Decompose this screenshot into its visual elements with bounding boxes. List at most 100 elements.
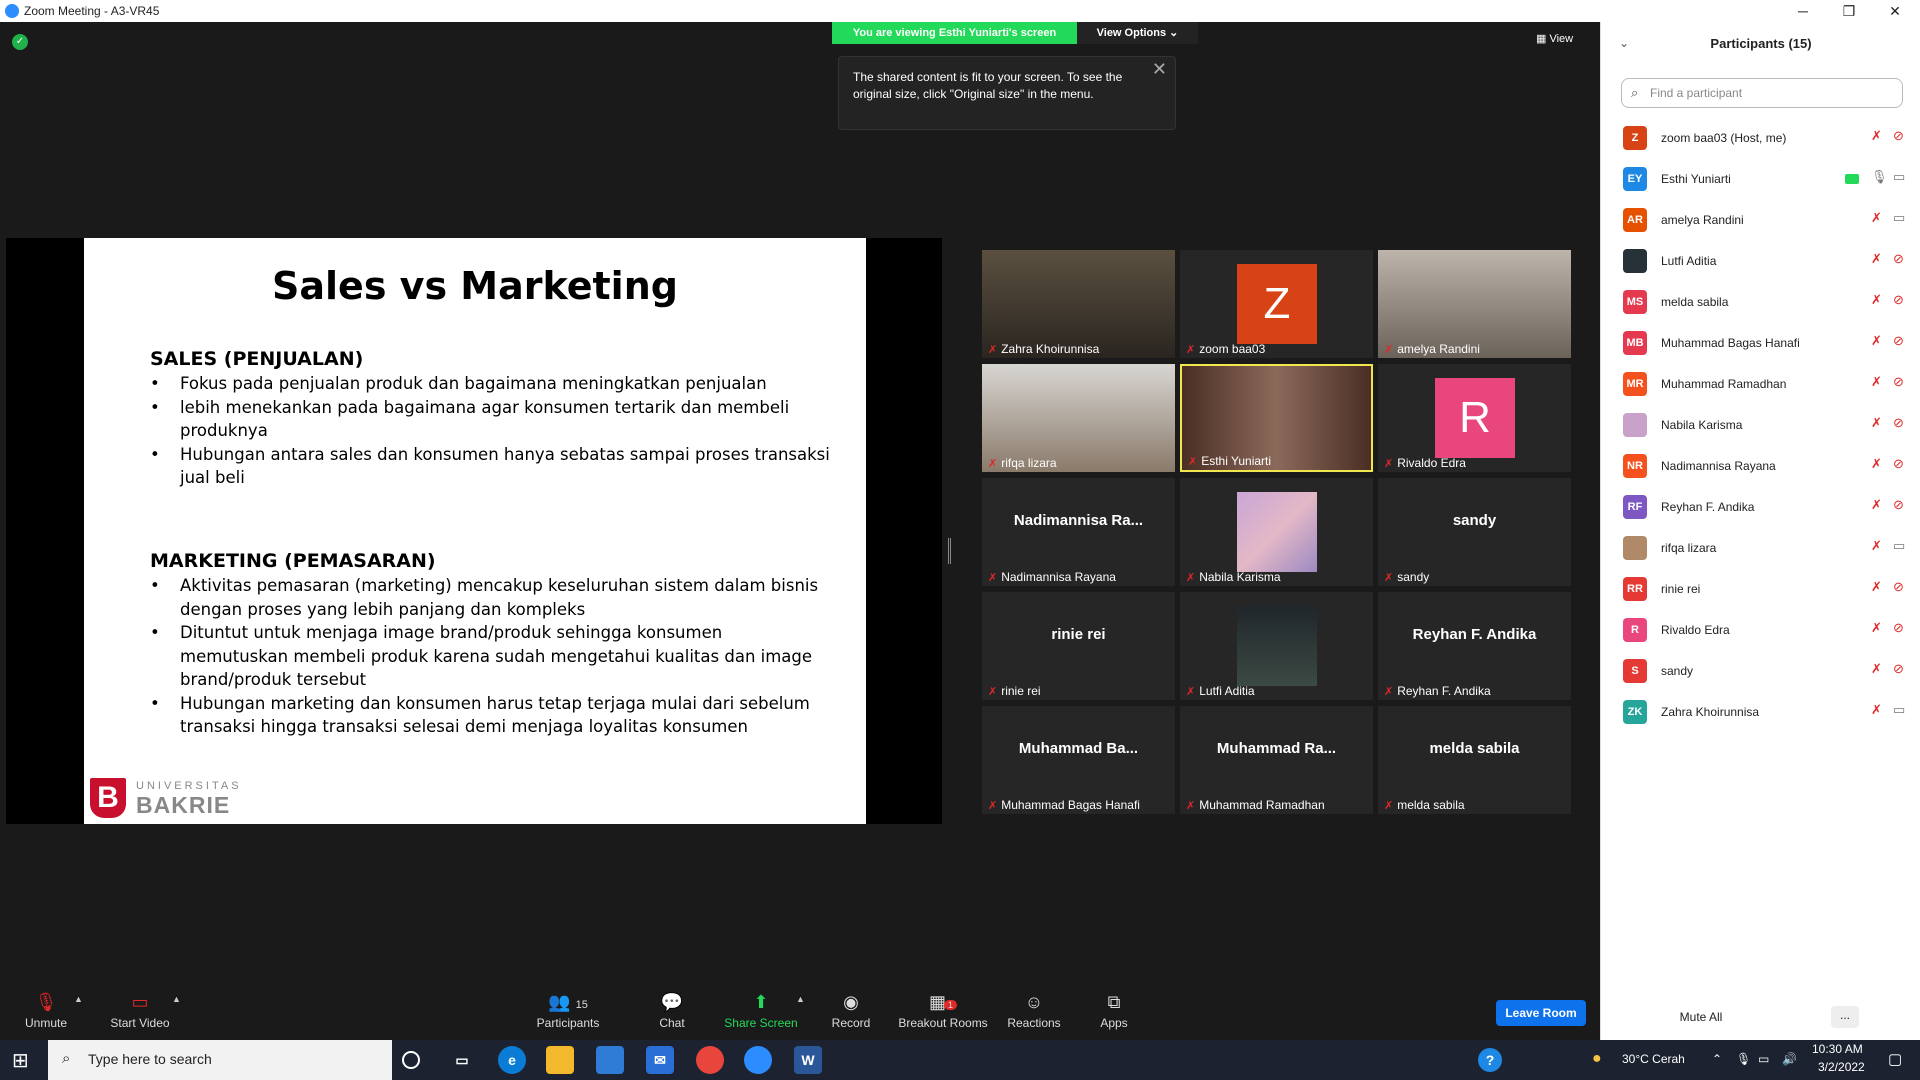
participant-row[interactable]: rifqa lizara ✗ ▭ bbox=[1623, 528, 1913, 569]
microphone-tray-icon[interactable]: 🎙 bbox=[1736, 1052, 1751, 1066]
encryption-shield-icon[interactable]: ✓ bbox=[12, 34, 28, 50]
panel-splitter-handle[interactable] bbox=[948, 538, 951, 564]
leave-room-button[interactable]: Leave Room bbox=[1496, 1000, 1586, 1026]
audio-options-caret[interactable]: ▲ bbox=[74, 994, 83, 1004]
camera-off-icon: ⊘ bbox=[1893, 579, 1904, 594]
network-icon[interactable]: ▭ bbox=[1758, 1052, 1769, 1066]
unmute-button[interactable]: 🎙 Unmute bbox=[14, 980, 78, 1040]
mail-icon[interactable]: ✉ bbox=[646, 1046, 674, 1074]
participant-display-name: Reyhan F. Andika bbox=[1412, 626, 1537, 643]
chrome-icon[interactable] bbox=[696, 1046, 724, 1074]
reactions-button[interactable]: ☺ Reactions bbox=[1004, 980, 1064, 1040]
participant-row[interactable]: Ssandy ✗ ⊘ bbox=[1623, 651, 1913, 692]
muted-mic-icon: ✗ bbox=[1186, 344, 1196, 356]
volume-icon[interactable]: 🔊 bbox=[1782, 1052, 1797, 1066]
muted-mic-icon: ✗ bbox=[988, 686, 998, 698]
share-screen-button[interactable]: ⬆ Share Screen bbox=[724, 980, 798, 1040]
close-button[interactable]: ✕ bbox=[1872, 0, 1918, 22]
help-icon[interactable]: ? bbox=[1478, 1048, 1502, 1072]
apps-button[interactable]: ⧉ Apps bbox=[1092, 980, 1136, 1040]
shared-screen: Sales vs Marketing SALES (PENJUALAN) Fok… bbox=[6, 238, 942, 824]
video-tile[interactable]: ✗ Zahra Khoirunnisa bbox=[982, 250, 1175, 358]
clock-date[interactable]: 3/2/2022 bbox=[1818, 1060, 1865, 1074]
weather-text[interactable]: 30°C Cerah bbox=[1622, 1052, 1685, 1066]
universitas-bakrie-logo: B UNIVERSITAS BAKRIE bbox=[90, 778, 240, 818]
record-icon: ◉ bbox=[843, 992, 859, 1012]
tile-name: Nadimannisa Rayana bbox=[1001, 570, 1116, 584]
video-tile[interactable]: Reyhan F. Andika ✗ Reyhan F. Andika bbox=[1378, 592, 1571, 700]
tile-name: Rivaldo Edra bbox=[1397, 456, 1466, 470]
participant-row[interactable]: Nabila Karisma ✗ ⊘ bbox=[1623, 405, 1913, 446]
video-tile[interactable]: R ✗ Rivaldo Edra bbox=[1378, 364, 1571, 472]
participants-icon: 👥 15 bbox=[548, 992, 588, 1012]
video-tile[interactable]: ✗ Esthi Yuniarti bbox=[1180, 364, 1373, 472]
notifications-icon[interactable]: ▢ bbox=[1888, 1050, 1902, 1068]
participant-row[interactable]: ZK Zahra Khoirunnisa ✗ ▭ bbox=[1623, 692, 1913, 733]
participant-name: rinie rei bbox=[1661, 582, 1701, 596]
video-tile[interactable]: rinie rei ✗ rinie rei bbox=[982, 592, 1175, 700]
share-options-caret[interactable]: ▲ bbox=[796, 994, 805, 1004]
camera-off-icon: ⊘ bbox=[1893, 456, 1904, 471]
participant-row[interactable]: Zzoom baa03 (Host, me) ✗ ⊘ bbox=[1623, 118, 1913, 159]
participant-row[interactable]: Lutfi Aditia ✗ ⊘ bbox=[1623, 241, 1913, 282]
video-tile[interactable]: ✗ amelya Randini bbox=[1378, 250, 1571, 358]
bakrie-shield-icon: B bbox=[90, 778, 126, 818]
record-button[interactable]: ◉ Record bbox=[826, 980, 876, 1040]
participant-avatar: NR bbox=[1623, 454, 1647, 478]
video-options-caret[interactable]: ▲ bbox=[172, 994, 181, 1004]
camera-off-icon: ⊘ bbox=[1893, 128, 1904, 143]
participant-row[interactable]: MS melda sabila ✗ ⊘ bbox=[1623, 282, 1913, 323]
camera-off-icon: ⊘ bbox=[1893, 620, 1904, 635]
word-icon[interactable]: W bbox=[794, 1046, 822, 1074]
video-tile[interactable]: ✗ Lutfi Aditia bbox=[1180, 592, 1373, 700]
store-icon[interactable] bbox=[596, 1046, 624, 1074]
participant-row[interactable]: RF Reyhan F. Andika ✗ ⊘ bbox=[1623, 487, 1913, 528]
mute-all-button[interactable]: Mute All bbox=[1661, 1010, 1741, 1024]
taskbar-search-input[interactable]: ⌕ Type here to search bbox=[48, 1040, 392, 1080]
participant-display-name: Muhammad Ba... bbox=[1018, 740, 1139, 757]
video-off-icon: ▭ bbox=[131, 992, 149, 1012]
more-options-button[interactable]: ... bbox=[1831, 1006, 1859, 1028]
windows-start-icon[interactable]: ⊞ bbox=[12, 1048, 29, 1073]
participants-button[interactable]: 👥 15 Participants bbox=[532, 980, 604, 1040]
edge-browser-icon[interactable]: e bbox=[498, 1046, 526, 1074]
participant-row[interactable]: RR rinie rei ✗ ⊘ bbox=[1623, 569, 1913, 610]
view-options-button[interactable]: View Options ⌄ bbox=[1077, 22, 1198, 44]
maximize-button[interactable]: ❐ bbox=[1826, 0, 1872, 22]
breakout-rooms-button[interactable]: ▦ 1 Breakout Rooms bbox=[898, 980, 988, 1040]
cortana-icon[interactable] bbox=[402, 1051, 420, 1069]
tooltip-close-icon[interactable]: ✕ bbox=[1152, 60, 1167, 78]
video-tile[interactable]: Z ✗ zoom baa03 bbox=[1180, 250, 1373, 358]
tray-chevron-icon[interactable]: ⌃ bbox=[1712, 1052, 1722, 1066]
zoom-taskbar-icon[interactable] bbox=[744, 1046, 772, 1074]
task-view-icon[interactable]: ▭ bbox=[448, 1046, 476, 1074]
file-explorer-icon[interactable] bbox=[546, 1046, 574, 1074]
video-tile[interactable]: sandy ✗ sandy bbox=[1378, 478, 1571, 586]
find-participant-input[interactable]: ⌕ Find a participant bbox=[1621, 78, 1903, 108]
participant-avatar: MS bbox=[1623, 290, 1647, 314]
participant-row[interactable]: MR Muhammad Ramadhan ✗ ⊘ bbox=[1623, 364, 1913, 405]
muted-mic-icon: ✗ bbox=[1871, 333, 1882, 348]
participant-row[interactable]: EY Esthi Yuniarti 🎙 ▭ bbox=[1623, 159, 1913, 200]
muted-mic-icon: ✗ bbox=[1871, 374, 1882, 389]
start-video-button[interactable]: ▭ Start Video bbox=[104, 980, 176, 1040]
participant-display-name: Nadimannisa Ra... bbox=[1013, 512, 1144, 529]
clock-time[interactable]: 10:30 AM bbox=[1812, 1042, 1863, 1056]
video-tile[interactable]: Nadimannisa Ra... ✗ Nadimannisa Rayana bbox=[982, 478, 1175, 586]
participant-row[interactable]: R Rivaldo Edra ✗ ⊘ bbox=[1623, 610, 1913, 651]
video-tile[interactable]: ✗ Nabila Karisma bbox=[1180, 478, 1373, 586]
video-tile[interactable]: Muhammad Ra... ✗ Muhammad Ramadhan bbox=[1180, 706, 1373, 814]
share-screen-label: Share Screen bbox=[724, 1016, 798, 1030]
view-layout-button[interactable]: ▦ View bbox=[1536, 32, 1573, 45]
tile-name-label: ✗ Esthi Yuniarti bbox=[1188, 454, 1271, 468]
participant-row[interactable]: NR Nadimannisa Rayana ✗ ⊘ bbox=[1623, 446, 1913, 487]
video-tile[interactable]: melda sabila ✗ melda sabila bbox=[1378, 706, 1571, 814]
video-tile[interactable]: ✗ rifqa lizara bbox=[982, 364, 1175, 472]
participant-row[interactable]: AR amelya Randini ✗ ▭ bbox=[1623, 200, 1913, 241]
participant-row[interactable]: MB Muhammad Bagas Hanafi ✗ ⊘ bbox=[1623, 323, 1913, 364]
minimize-button[interactable]: ─ bbox=[1780, 0, 1826, 22]
video-tile[interactable]: Muhammad Ba... ✗ Muhammad Bagas Hanafi bbox=[982, 706, 1175, 814]
microphone-icon: 🎙 bbox=[1871, 169, 1888, 184]
chat-button[interactable]: 💬 Chat bbox=[648, 980, 696, 1040]
weather-icon: ● bbox=[1592, 1050, 1602, 1067]
